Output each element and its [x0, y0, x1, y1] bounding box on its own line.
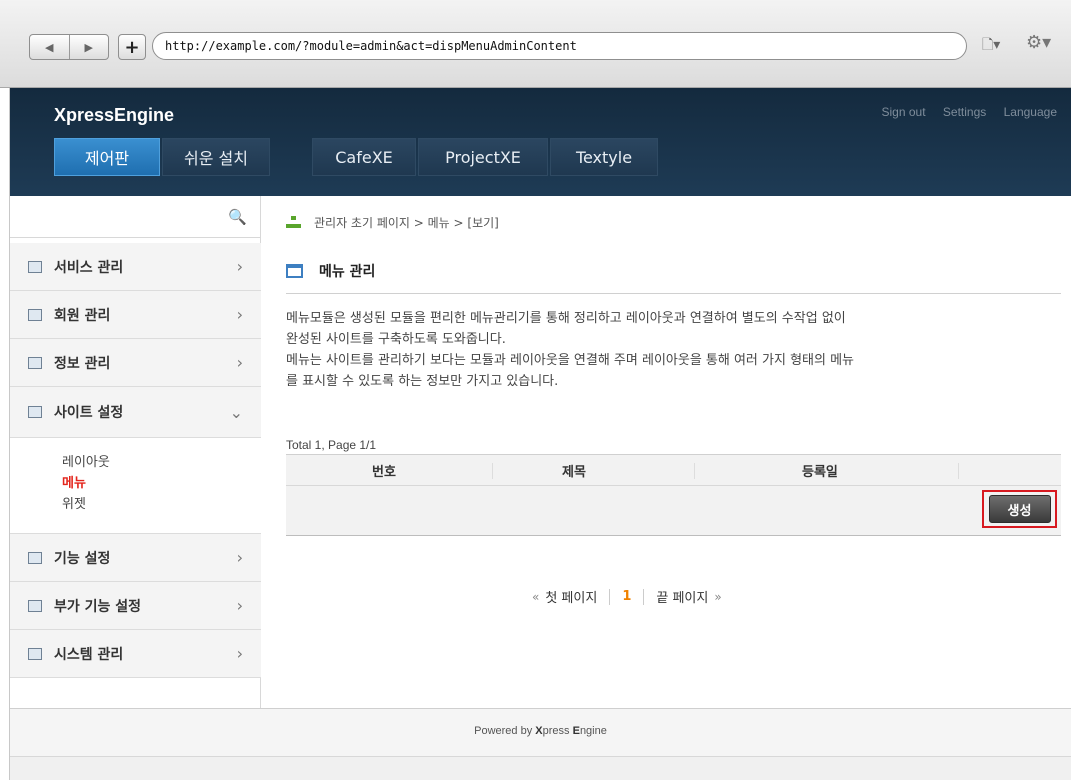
- total-count: Total 1, Page 1/1: [286, 438, 377, 452]
- footer: Powered by Xpress Engine: [10, 708, 1071, 756]
- sidebar-item-info[interactable]: 정보 관리 ›: [10, 339, 261, 387]
- last-page-link[interactable]: 끝 페이지: [656, 587, 708, 606]
- sidebar-item-label: 사이트 설정: [54, 405, 124, 421]
- gear-icon: [28, 647, 42, 660]
- column-header-number: 번호: [372, 465, 396, 480]
- chevron-right-icon: ›: [236, 257, 243, 276]
- brand-logo[interactable]: XpressEngine: [54, 105, 174, 126]
- gear-icon[interactable]: ⚙▾: [1026, 32, 1066, 58]
- forward-icon: ▶: [84, 40, 93, 54]
- divider: [643, 588, 645, 605]
- main-content: 관리자 초기 페이지 > 메뉴 > [보기] 메뉴 관리 메뉴모듈은 생성된 모…: [286, 196, 1061, 708]
- footer-brand-press[interactable]: press: [543, 725, 573, 737]
- sidebar-subitem-menu[interactable]: 메뉴: [62, 472, 86, 491]
- description-line: 완성된 사이트를 구축하도록 도와줍니다.: [286, 332, 506, 347]
- site-icon: [28, 406, 42, 418]
- sidebar: 🔍 서비스 관리 › 회원 관리 › 정보 관리 › 사이트 설정 ⌄ 레이아웃…: [10, 196, 261, 708]
- sidebar-item-members[interactable]: 회원 관리 ›: [10, 291, 261, 339]
- settings-link[interactable]: Settings: [943, 105, 986, 119]
- chevron-right-icon: ›: [236, 353, 243, 372]
- site-settings-submenu: 레이아웃 메뉴 위젯: [10, 438, 261, 534]
- breadcrumb: 관리자 초기 페이지 > 메뉴 > [보기]: [286, 214, 499, 231]
- divider: [286, 293, 1061, 294]
- column-divider: [958, 463, 959, 479]
- create-button-highlight: 생성: [982, 490, 1057, 528]
- sidebar-item-features[interactable]: 기능 설정 ›: [10, 534, 261, 582]
- search-icon[interactable]: 🔍: [228, 208, 247, 226]
- top-links: Sign out Settings Language: [868, 105, 1057, 119]
- column-divider: [694, 463, 695, 479]
- chevron-right-icon: ›: [236, 596, 243, 615]
- sidebar-subitem-widget[interactable]: 위젯: [62, 493, 86, 512]
- footer-brand-ngine[interactable]: ngine: [580, 725, 607, 737]
- admin-header: XpressEngine Sign out Settings Language …: [10, 88, 1071, 196]
- member-card-icon: [28, 308, 42, 321]
- double-chevron-right-icon: »: [714, 589, 722, 604]
- table-header: 번호 제목 등록일: [286, 454, 1061, 486]
- current-page[interactable]: 1: [622, 589, 631, 604]
- sidebar-subitem-layout[interactable]: 레이아웃: [62, 451, 110, 470]
- footer-brand-x[interactable]: X: [535, 725, 542, 737]
- tab-control-panel[interactable]: 제어판: [54, 138, 160, 176]
- chevron-right-icon: ›: [236, 548, 243, 567]
- bottom-band: [10, 756, 1071, 780]
- chevron-right-icon: ›: [236, 305, 243, 324]
- edit-icon: [28, 599, 42, 612]
- chevron-down-icon: ⌄: [229, 402, 243, 422]
- description: 메뉴모듈은 생성된 모듈을 편리한 메뉴관리기를 통해 정리하고 레이아웃과 연…: [286, 308, 1066, 392]
- create-button[interactable]: 생성: [988, 495, 1051, 523]
- sitemap-icon: [286, 216, 302, 229]
- divider: [609, 588, 611, 605]
- description-line: 메뉴는 사이트를 관리하기 보다는 모듈과 레이아웃을 연결해 주며 레이아웃을…: [286, 353, 855, 368]
- sidebar-item-label: 부가 기능 설정: [54, 598, 142, 615]
- sidebar-item-label: 시스템 관리: [54, 646, 124, 663]
- new-tab-button[interactable]: +: [118, 34, 146, 60]
- tab-projectxe[interactable]: ProjectXE: [418, 138, 548, 176]
- back-icon: ◀: [45, 40, 54, 54]
- pagination: « 첫 페이지 1 끝 페이지 »: [526, 587, 728, 606]
- nav-button-group: ◀ ▶: [29, 34, 109, 60]
- breadcrumb-text[interactable]: 관리자 초기 페이지 > 메뉴 > [보기]: [314, 214, 499, 231]
- sidebar-item-label: 정보 관리: [54, 355, 111, 372]
- tab-easy-install[interactable]: 쉬운 설치: [162, 138, 270, 176]
- window-edge: [0, 88, 10, 780]
- footer-prefix: Powered by: [474, 725, 536, 737]
- document-icon: [28, 356, 42, 369]
- column-header-title: 제목: [562, 465, 586, 480]
- tab-cafexe[interactable]: CafeXE: [312, 138, 416, 176]
- service-icon: [28, 260, 42, 273]
- sidebar-item-label: 회원 관리: [54, 307, 111, 324]
- first-page-link[interactable]: 첫 페이지: [545, 587, 597, 606]
- sidebar-item-label: 서비스 관리: [54, 259, 124, 276]
- language-link[interactable]: Language: [1004, 105, 1057, 119]
- sidebar-search-input[interactable]: 🔍: [10, 196, 261, 238]
- sidebar-item-service[interactable]: 서비스 관리 ›: [10, 243, 261, 291]
- sidebar-item-label: 기능 설정: [54, 550, 111, 567]
- feature-icon: [28, 551, 42, 564]
- sidebar-item-system[interactable]: 시스템 관리 ›: [10, 630, 261, 678]
- column-divider: [492, 463, 493, 479]
- table-row: 생성: [286, 486, 1061, 536]
- double-chevron-left-icon: «: [532, 589, 540, 604]
- column-header-date: 등록일: [802, 465, 838, 480]
- window-icon: [286, 264, 303, 278]
- forward-button[interactable]: ▶: [68, 35, 109, 59]
- footer-brand-e[interactable]: E: [573, 725, 580, 737]
- description-line: 메뉴모듈은 생성된 모듈을 편리한 메뉴관리기를 통해 정리하고 레이아웃과 연…: [286, 311, 846, 326]
- back-button[interactable]: ◀: [30, 35, 69, 59]
- chevron-right-icon: ›: [236, 644, 243, 663]
- browser-toolbar: ◀ ▶ + http://example.com/?module=admin&a…: [0, 0, 1071, 88]
- sign-out-link[interactable]: Sign out: [882, 105, 926, 119]
- plus-icon: +: [124, 36, 140, 58]
- tab-textyle[interactable]: Textyle: [550, 138, 658, 176]
- page-menu-icon[interactable]: 🗋▾: [982, 34, 1016, 58]
- page-title: 메뉴 관리: [286, 261, 375, 281]
- page-title-text: 메뉴 관리: [319, 264, 376, 280]
- address-bar[interactable]: http://example.com/?module=admin&act=dis…: [152, 32, 967, 60]
- sidebar-item-site-settings[interactable]: 사이트 설정 ⌄: [10, 387, 261, 438]
- description-line: 를 표시할 수 있도록 하는 정보만 가지고 있습니다.: [286, 374, 559, 389]
- sidebar-item-addon-settings[interactable]: 부가 기능 설정 ›: [10, 582, 261, 630]
